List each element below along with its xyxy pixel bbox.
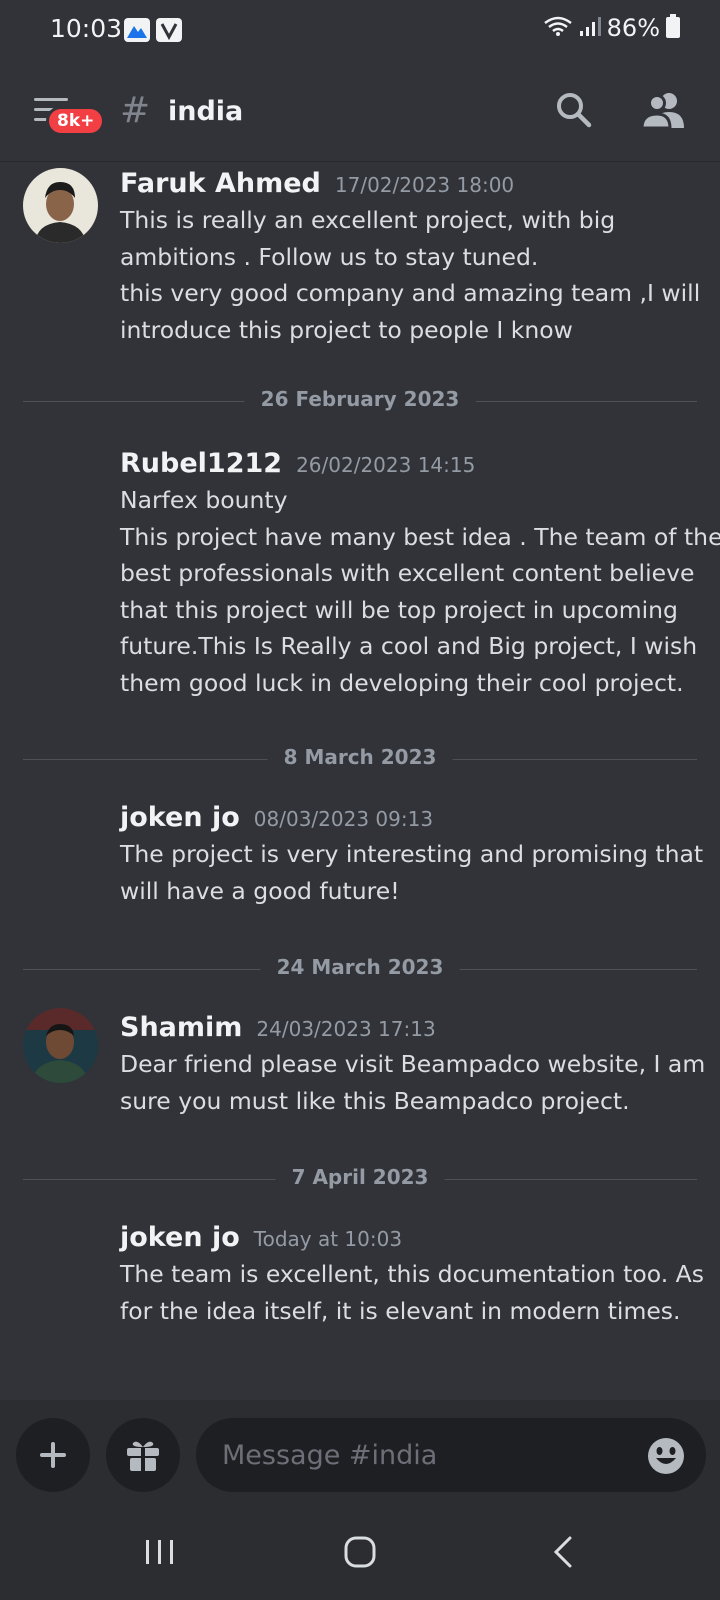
message-line: Narfex bounty: [120, 486, 288, 514]
message-line: The team is excellent, this documentatio…: [120, 1260, 704, 1288]
gift-icon: [127, 1441, 159, 1471]
message-line: This is really an excellent project, wit…: [120, 206, 616, 234]
message-body: The team is excellent, this documentatio…: [120, 1256, 704, 1329]
message-header: Rubel1212 26/02/2023 14:15: [120, 448, 475, 479]
date-divider: 8 March 2023: [23, 745, 697, 775]
notification-app-icon: [124, 18, 150, 42]
message-timestamp: 26/02/2023 14:15: [296, 453, 476, 477]
message-line: best professionals with excellent conten…: [120, 559, 695, 587]
channel-title[interactable]: india: [168, 96, 243, 127]
divider-date: 26 February 2023: [244, 387, 476, 411]
message-timestamp: 08/03/2023 09:13: [253, 807, 434, 831]
message-timestamp: Today at 10:03: [253, 1227, 403, 1251]
message-body: Dear friend please visit Beampadco websi…: [120, 1046, 706, 1119]
channel-header: 8k+ # india: [0, 60, 720, 162]
message-body: This is really an excellent project, wit…: [120, 202, 700, 348]
channel-hash-icon: #: [120, 90, 151, 131]
back-icon[interactable]: [546, 1536, 586, 1568]
notification-badge: 8k+: [46, 106, 106, 136]
message-body: Narfex bounty This project have many bes…: [120, 482, 720, 701]
message-list[interactable]: Faruk Ahmed 17/02/2023 18:00 This is rea…: [0, 162, 720, 1400]
signal-icon: [579, 15, 601, 41]
divider-date: 24 March 2023: [260, 955, 460, 979]
message-timestamp: 24/03/2023 17:13: [256, 1017, 436, 1041]
message-line: introduce this project to people I know: [120, 315, 573, 344]
emoji-icon[interactable]: [646, 1436, 686, 1476]
message-composer: [0, 1400, 720, 1500]
message-timestamp: 17/02/2023 18:00: [334, 173, 515, 197]
date-divider: 7 April 2023: [23, 1165, 697, 1195]
author-name[interactable]: joken jo: [120, 802, 240, 833]
message-line: them good luck in developing their cool …: [120, 668, 684, 697]
system-nav-bar: [0, 1500, 720, 1600]
message-header: Faruk Ahmed 17/02/2023 18:00: [120, 168, 514, 199]
notification-app-icon: [156, 18, 182, 42]
battery-icon: [666, 14, 680, 42]
home-icon[interactable]: [340, 1536, 380, 1568]
status-right: 86%: [543, 14, 680, 42]
search-icon[interactable]: [554, 90, 594, 130]
divider-date: 7 April 2023: [275, 1165, 445, 1189]
message-line: This project have many best idea . The t…: [120, 522, 720, 551]
message-line: ambitions . Follow us to stay tuned.: [120, 242, 539, 271]
add-attachment-button[interactable]: [16, 1418, 90, 1492]
status-bar: 10:03 86%: [0, 0, 720, 60]
message-line: future.This Is Really a cool and Big pro…: [120, 632, 698, 660]
message-header: Shamim 24/03/2023 17:13: [120, 1012, 436, 1043]
plus-icon: [40, 1442, 66, 1468]
avatar[interactable]: [23, 1008, 98, 1083]
date-divider: 24 March 2023: [23, 955, 697, 985]
message-line: The project is very interesting and prom…: [120, 840, 704, 868]
recent-apps-icon[interactable]: [140, 1536, 180, 1568]
message-body: The project is very interesting and prom…: [120, 836, 704, 909]
date-divider: 26 February 2023: [23, 387, 697, 417]
members-icon[interactable]: [640, 90, 686, 130]
battery-percent: 86%: [606, 14, 660, 42]
author-name[interactable]: Faruk Ahmed: [120, 168, 321, 199]
message-line: will have a good future!: [120, 876, 400, 905]
message-input[interactable]: [196, 1418, 706, 1492]
author-name[interactable]: Rubel1212: [120, 448, 282, 479]
author-name[interactable]: Shamim: [120, 1012, 242, 1043]
message-line: that this project will be top project in…: [120, 595, 678, 624]
message-line: this very good company and amazing team …: [120, 279, 701, 307]
discord-channel-screen: 10:03 86% 8k+ # india Faruk Ahmed 17/02/…: [0, 0, 720, 1600]
message-header: joken jo Today at 10:03: [120, 1222, 402, 1253]
message-line: sure you must like this Beampadco projec…: [120, 1086, 630, 1115]
message-line: Dear friend please visit Beampadco websi…: [120, 1050, 706, 1078]
divider-date: 8 March 2023: [267, 745, 453, 769]
gift-button[interactable]: [106, 1418, 180, 1492]
author-name[interactable]: joken jo: [120, 1222, 240, 1253]
avatar[interactable]: [23, 168, 98, 243]
wifi-icon: [543, 15, 573, 41]
message-header: joken jo 08/03/2023 09:13: [120, 802, 433, 833]
message-line: for the idea itself, it is elevant in mo…: [120, 1296, 681, 1325]
status-time: 10:03: [50, 14, 123, 43]
